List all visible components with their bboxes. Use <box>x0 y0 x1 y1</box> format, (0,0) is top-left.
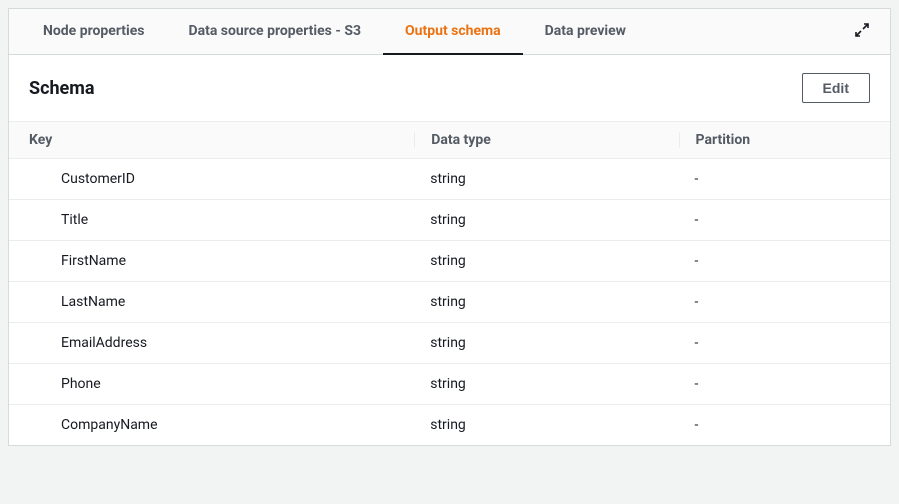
cell-type: string <box>414 376 678 392</box>
section-header: Schema Edit <box>9 55 890 121</box>
tab-output-schema[interactable]: Output schema <box>383 9 523 55</box>
table-row: Titlestring- <box>9 200 890 241</box>
cell-type: string <box>414 335 678 351</box>
table-row: LastNamestring- <box>9 282 890 323</box>
tab-bar: Node properties Data source properties -… <box>9 9 890 55</box>
tab-data-preview[interactable]: Data preview <box>523 9 648 55</box>
cell-key: LastName <box>9 294 414 310</box>
expand-button[interactable] <box>846 14 878 50</box>
column-header-key: Key <box>9 132 414 148</box>
cell-partition: - <box>679 253 890 269</box>
cell-partition: - <box>679 294 890 310</box>
cell-partition: - <box>679 376 890 392</box>
table-row: CompanyNamestring- <box>9 405 890 445</box>
cell-key: CompanyName <box>9 417 414 433</box>
section-title: Schema <box>29 78 95 99</box>
cell-type: string <box>414 171 678 187</box>
cell-type: string <box>414 212 678 228</box>
table-row: FirstNamestring- <box>9 241 890 282</box>
expand-icon <box>854 22 870 42</box>
cell-partition: - <box>679 417 890 433</box>
panel: Node properties Data source properties -… <box>8 8 891 446</box>
cell-key: CustomerID <box>9 171 414 187</box>
cell-partition: - <box>679 212 890 228</box>
cell-key: FirstName <box>9 253 414 269</box>
cell-key: EmailAddress <box>9 335 414 351</box>
cell-key: Phone <box>9 376 414 392</box>
cell-type: string <box>414 417 678 433</box>
table-row: Phonestring- <box>9 364 890 405</box>
table-row: EmailAddressstring- <box>9 323 890 364</box>
cell-partition: - <box>679 171 890 187</box>
cell-type: string <box>414 253 678 269</box>
column-header-type: Data type <box>414 132 678 148</box>
table-header-row: Key Data type Partition <box>9 122 890 159</box>
cell-type: string <box>414 294 678 310</box>
cell-partition: - <box>679 335 890 351</box>
table-row: CustomerIDstring- <box>9 159 890 200</box>
cell-key: Title <box>9 212 414 228</box>
schema-table: Key Data type Partition CustomerIDstring… <box>9 121 890 445</box>
tab-node-properties[interactable]: Node properties <box>21 9 167 55</box>
tab-data-source-properties[interactable]: Data source properties - S3 <box>167 9 384 55</box>
column-header-partition: Partition <box>679 132 890 148</box>
edit-button[interactable]: Edit <box>802 73 870 103</box>
table-body: CustomerIDstring-Titlestring-FirstNamest… <box>9 159 890 445</box>
